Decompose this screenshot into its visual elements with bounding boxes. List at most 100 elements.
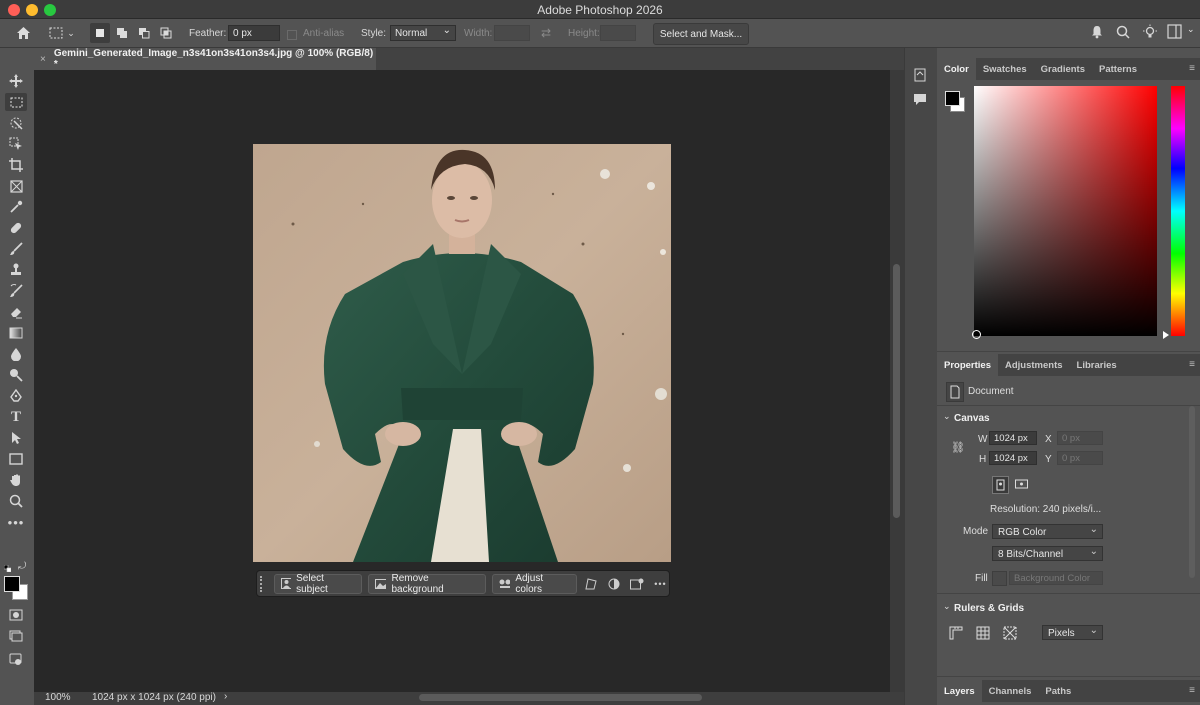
foreground-color-swatch[interactable]: [4, 576, 20, 592]
transform-button[interactable]: [583, 575, 600, 593]
swap-dimensions-icon[interactable]: ⇄: [541, 26, 551, 40]
history-brush-tool[interactable]: [5, 282, 27, 300]
screen-mode-button[interactable]: [5, 627, 27, 645]
history-panel-button[interactable]: [913, 68, 927, 85]
document-tab[interactable]: × Gemini_Generated_Image_n3s41on3s41on3s…: [34, 48, 376, 70]
default-colors-button[interactable]: [3, 563, 12, 573]
hue-slider[interactable]: [1171, 86, 1185, 336]
clone-stamp-tool[interactable]: [5, 261, 27, 279]
edit-toolbar-button[interactable]: •••: [5, 513, 27, 531]
zoom-level[interactable]: 100%: [45, 692, 71, 703]
panel-menu-icon[interactable]: ≡: [1189, 359, 1195, 370]
healing-brush-tool[interactable]: [5, 219, 27, 237]
canvas-y-input[interactable]: 0 px: [1057, 451, 1103, 465]
search-button[interactable]: [1116, 25, 1130, 42]
more-options-button[interactable]: •••: [652, 575, 669, 593]
feather-input[interactable]: 0 px: [228, 25, 280, 41]
gradient-tool[interactable]: [5, 324, 27, 342]
tab-layers[interactable]: Layers: [937, 680, 982, 702]
discover-button[interactable]: [1142, 24, 1158, 43]
fill-color-swatch[interactable]: [992, 571, 1007, 586]
marquee-preset-picker[interactable]: ⌄: [47, 23, 77, 43]
width-input[interactable]: [494, 25, 530, 41]
color-field[interactable]: [974, 86, 1157, 336]
add-selection-button[interactable]: [112, 23, 132, 43]
portrait-orientation-button[interactable]: [992, 476, 1009, 494]
tab-adjustments[interactable]: Adjustments: [998, 354, 1070, 376]
eyedropper-tool[interactable]: [5, 198, 27, 216]
tab-swatches[interactable]: Swatches: [976, 58, 1034, 80]
pen-tool[interactable]: [5, 387, 27, 405]
zoom-tool[interactable]: [5, 492, 27, 510]
home-button[interactable]: [12, 23, 34, 43]
comments-panel-button[interactable]: [913, 92, 927, 109]
ruler-units-select[interactable]: Pixels: [1042, 623, 1103, 640]
blur-tool[interactable]: [5, 345, 27, 363]
chevron-right-icon[interactable]: ›: [224, 691, 227, 702]
panel-foreground-swatch[interactable]: [945, 91, 960, 106]
grid-toggle-button[interactable]: [976, 626, 990, 643]
rulers-toggle-button[interactable]: [949, 626, 963, 643]
quick-mask-button[interactable]: [5, 606, 27, 624]
link-icon[interactable]: ⛓: [951, 441, 965, 454]
rectangle-tool[interactable]: [5, 450, 27, 468]
workspace-switcher[interactable]: ⌄: [1167, 24, 1195, 39]
new-selection-button[interactable]: [90, 23, 110, 43]
tab-libraries[interactable]: Libraries: [1070, 354, 1124, 376]
object-selection-tool[interactable]: [5, 114, 27, 132]
document-image[interactable]: [253, 144, 671, 562]
landscape-orientation-button[interactable]: [1014, 477, 1029, 494]
generative-fill-button[interactable]: [629, 575, 646, 593]
antialias-checkbox[interactable]: [287, 30, 297, 40]
guides-toggle-button[interactable]: [1003, 626, 1017, 643]
crop-tool[interactable]: [5, 156, 27, 174]
adjust-colors-button[interactable]: Adjust colors: [491, 573, 577, 595]
bit-depth-select[interactable]: 8 Bits/Channel: [992, 544, 1103, 561]
properties-scroll-thumb[interactable]: [1189, 406, 1195, 578]
subtract-selection-button[interactable]: [134, 23, 154, 43]
rectangular-marquee-tool[interactable]: [5, 93, 27, 111]
tab-patterns[interactable]: Patterns: [1092, 58, 1144, 80]
tab-properties[interactable]: Properties: [937, 354, 998, 376]
panel-menu-icon[interactable]: ≡: [1189, 63, 1195, 74]
hue-slider-handle[interactable]: [1163, 331, 1169, 339]
hand-tool[interactable]: [5, 471, 27, 489]
dodge-tool[interactable]: [5, 366, 27, 384]
color-mode-select[interactable]: RGB Color: [992, 522, 1103, 539]
panel-menu-icon[interactable]: ≡: [1189, 685, 1195, 696]
path-selection-tool[interactable]: [5, 429, 27, 447]
swap-colors-icon[interactable]: ⤾: [18, 561, 26, 572]
canvas-height-input[interactable]: 1024 px: [989, 451, 1037, 465]
close-tab-icon[interactable]: ×: [40, 54, 46, 65]
remove-background-button[interactable]: Remove background: [368, 573, 486, 595]
select-and-mask-button[interactable]: Select and Mask...: [653, 23, 749, 45]
select-subject-button[interactable]: Select subject: [273, 573, 363, 595]
notifications-button[interactable]: [1090, 25, 1104, 42]
quick-select-tool[interactable]: [5, 135, 27, 153]
drag-handle-icon[interactable]: [260, 575, 268, 592]
brush-tool[interactable]: [5, 240, 27, 258]
tab-gradients[interactable]: Gradients: [1034, 58, 1092, 80]
canvas-x-input[interactable]: 0 px: [1057, 431, 1103, 445]
frame-tool[interactable]: [5, 177, 27, 195]
vertical-scroll-thumb[interactable]: [893, 264, 900, 518]
chevron-down-icon[interactable]: ⌄: [943, 601, 951, 612]
horizontal-scroll-thumb[interactable]: [419, 694, 702, 701]
canvas-width-input[interactable]: 1024 px: [989, 431, 1037, 445]
height-input[interactable]: [600, 25, 636, 41]
eraser-tool[interactable]: [5, 303, 27, 321]
intersect-selection-button[interactable]: [156, 23, 176, 43]
tab-color[interactable]: Color: [937, 58, 976, 80]
style-select[interactable]: Normal ⌄: [390, 25, 456, 41]
tab-channels[interactable]: Channels: [982, 680, 1039, 702]
invert-button[interactable]: [606, 575, 623, 593]
vertical-scrollbar[interactable]: [890, 70, 904, 692]
tab-paths[interactable]: Paths: [1038, 680, 1078, 702]
canvas-area[interactable]: Select subject Remove background Adjust …: [34, 70, 890, 692]
chevron-down-icon[interactable]: ⌄: [943, 411, 951, 422]
type-tool[interactable]: T: [5, 408, 27, 426]
move-tool[interactable]: [5, 72, 27, 90]
color-picker-handle[interactable]: [972, 330, 981, 339]
generative-tool[interactable]: [5, 650, 27, 668]
fill-select[interactable]: Background Color: [1009, 571, 1103, 585]
